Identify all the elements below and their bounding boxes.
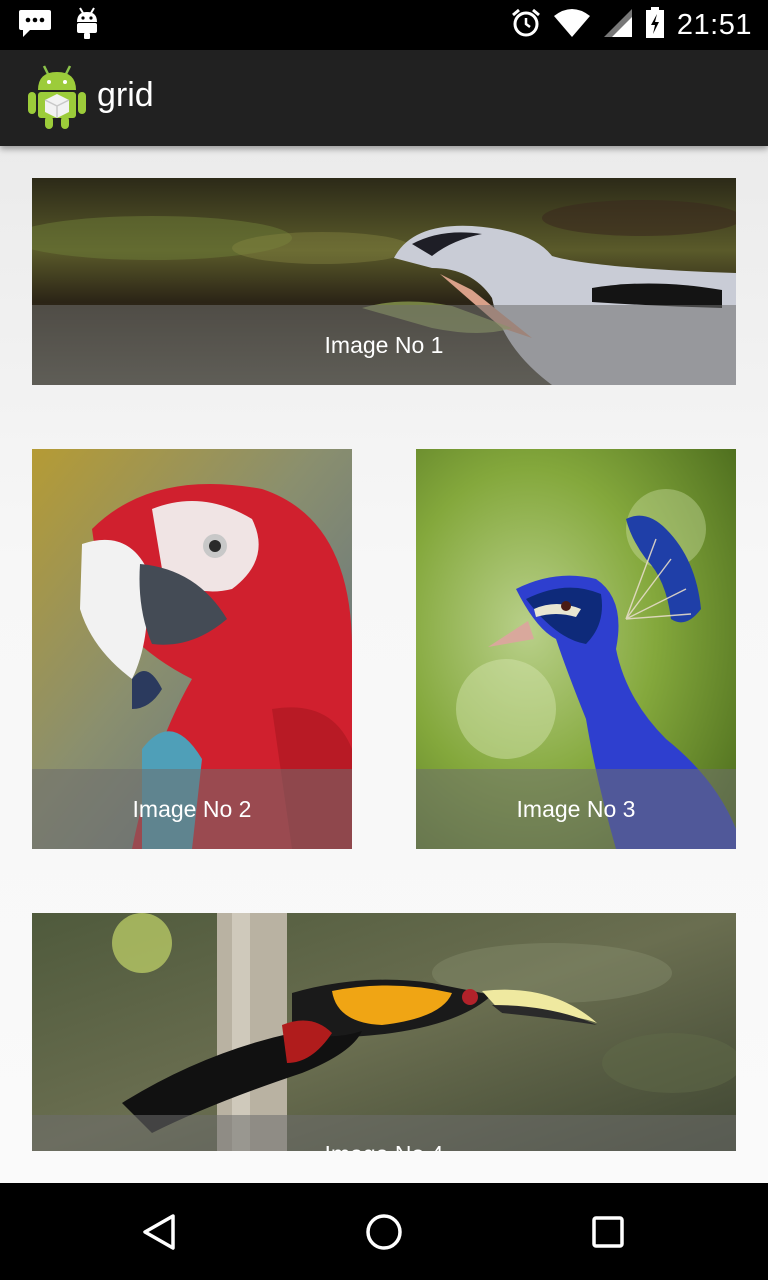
message-icon bbox=[18, 8, 52, 43]
grid-item-3[interactable]: Image No 3 bbox=[416, 449, 736, 849]
navigation-bar bbox=[0, 1183, 768, 1280]
system-status: 21:51 bbox=[511, 6, 752, 44]
tile-caption: Image No 2 bbox=[32, 769, 352, 849]
android-app-icon[interactable] bbox=[26, 64, 88, 130]
tile-caption: Image No 3 bbox=[416, 769, 736, 849]
grid-item-1[interactable]: Image No 1 bbox=[32, 178, 736, 385]
screen: 21:51 grid Image No 1 Image No 2 Image N… bbox=[0, 0, 768, 1280]
home-icon[interactable] bbox=[359, 1207, 409, 1257]
status-bar: 21:51 bbox=[0, 0, 768, 50]
recents-icon[interactable] bbox=[583, 1207, 633, 1257]
clock: 21:51 bbox=[676, 8, 752, 41]
tile-caption: Image No 4 bbox=[32, 1115, 736, 1151]
back-icon[interactable] bbox=[134, 1207, 184, 1257]
action-bar: grid bbox=[0, 50, 768, 146]
grid-item-4[interactable]: Image No 4 bbox=[32, 913, 736, 1151]
notification-icons bbox=[18, 6, 100, 45]
battery-icon bbox=[645, 6, 665, 44]
wifi-icon bbox=[553, 8, 591, 43]
image-grid: Image No 1 Image No 2 Image No 3 bbox=[0, 146, 768, 1183]
android-debug-icon bbox=[74, 6, 100, 45]
signal-icon bbox=[603, 8, 633, 43]
tile-caption: Image No 1 bbox=[32, 305, 736, 385]
grid-item-2[interactable]: Image No 2 bbox=[32, 449, 352, 849]
app-title: grid bbox=[97, 76, 154, 114]
alarm-icon bbox=[511, 8, 541, 43]
